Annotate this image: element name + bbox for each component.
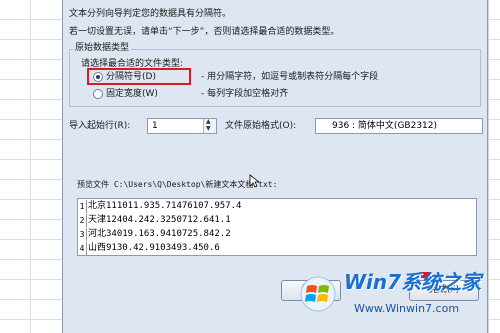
instruction-line-2: 若一切设置无误，请单击“下一步”，否则请选择最合适的数据类型。 xyxy=(69,27,340,37)
file-origin-value[interactable]: 936 : 简体中文(GB2312) xyxy=(332,120,437,132)
preview-row-number: 3 xyxy=(78,228,87,241)
file-origin-label: 文件原始格式(O): xyxy=(225,121,297,131)
preview-file-label: 预览文件 C:\Users\Q\Desktop\新建文本文档.txt: xyxy=(77,180,278,189)
start-row-value[interactable]: 1 xyxy=(152,120,158,132)
watermark-title: Win7系统之家 xyxy=(344,270,482,294)
mouse-cursor-icon xyxy=(249,174,259,188)
file-origin-select[interactable]: 936 : 简体中文(GB2312) xyxy=(315,118,483,134)
preview-row-text: 山西9130.42.9103493.450.6 xyxy=(88,243,220,253)
fixed-width-radio[interactable] xyxy=(93,89,103,99)
spinner-down-icon[interactable]: ▼ xyxy=(206,126,211,132)
instruction-line-1: 文本分列向导判定您的数据具有分隔符。 xyxy=(69,9,232,19)
preview-row-number: 1 xyxy=(78,200,87,213)
start-row-spinner[interactable]: 1 ▲ ▼ xyxy=(147,118,217,134)
preview-row: 4 山西9130.42.9103493.450.6 xyxy=(78,242,476,255)
start-row-label: 导入起始行(R): xyxy=(69,121,131,131)
fixed-width-label[interactable]: 固定宽度(W) xyxy=(106,88,158,101)
data-preview-pane[interactable]: 1 北京111011.935.71476107.957.4 2 天津12404.… xyxy=(77,198,477,256)
preview-row: 1 北京111011.935.71476107.957.4 xyxy=(78,200,476,213)
preview-row-text: 天津12404.242.3250712.641.1 xyxy=(88,215,231,225)
preview-row-text: 北京111011.935.71476107.957.4 xyxy=(88,201,242,211)
windows-logo-icon xyxy=(300,276,336,312)
spinner-buttons[interactable]: ▲ ▼ xyxy=(203,119,216,133)
delimited-description: - 用分隔字符，如逗号或制表符分隔每个字段 xyxy=(201,72,379,82)
preview-row: 2 天津12404.242.3250712.641.1 xyxy=(78,214,476,227)
spreadsheet-column xyxy=(0,0,31,333)
fixed-width-description: - 每列字段加空格对齐 xyxy=(201,89,289,99)
group-title: 原始数据类型 xyxy=(73,43,132,54)
watermark-url: Www.Winwin7.com xyxy=(354,302,460,315)
preview-row-number: 2 xyxy=(78,214,87,227)
preview-row: 3 河北34019.163.9410725.842.2 xyxy=(78,228,476,241)
preview-row-number: 4 xyxy=(78,242,87,255)
highlight-box xyxy=(87,68,191,85)
watermark: Win7系统之家 Www.Winwin7.com xyxy=(288,262,500,333)
preview-row-text: 河北34019.163.9410725.842.2 xyxy=(88,229,231,239)
spreadsheet-background xyxy=(0,0,63,333)
